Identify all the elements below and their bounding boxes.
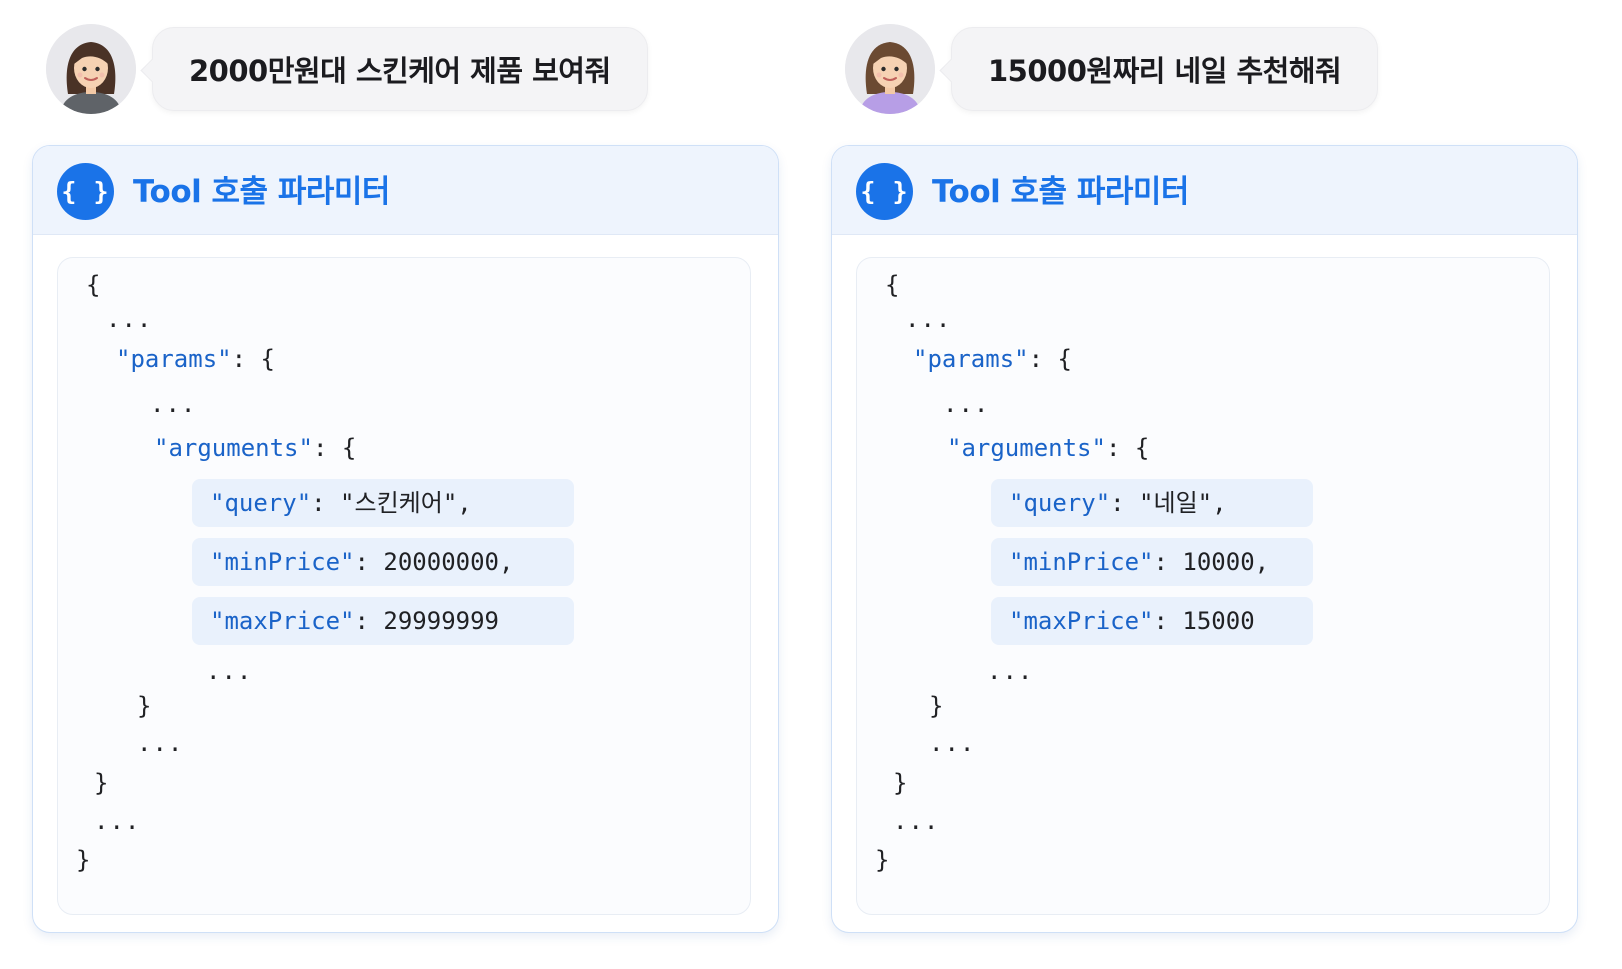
code-ellipsis: ...: [106, 305, 153, 333]
user-avatar: [845, 24, 935, 114]
argument-value: : 15000: [1153, 607, 1255, 635]
card-header: { } Tool 호출 파라미터: [33, 146, 778, 235]
argument-line: "minPrice": 10000,: [1009, 547, 1269, 577]
arguments-key: "arguments": [947, 434, 1106, 462]
code-ellipsis: ...: [929, 729, 976, 757]
code-ellipsis: ...: [943, 390, 990, 418]
params-open: : {: [231, 345, 275, 373]
code-close-brace: }: [137, 692, 152, 720]
code-arguments-line: "arguments": {: [947, 433, 1149, 463]
argument-line: "query": "네일",: [1009, 488, 1227, 518]
code-close-brace: }: [875, 846, 890, 874]
user-prompt-bubble: 15000원짜리 네일 추천해줘: [951, 27, 1379, 111]
highlighted-argument-row: "query": "스킨케어",: [192, 479, 574, 527]
code-params-line: "params": {: [913, 344, 1072, 374]
tool-call-card: { } Tool 호출 파라미터 { ... "params": { ... "…: [32, 145, 779, 933]
highlighted-argument-row: "query": "네일",: [991, 479, 1313, 527]
params-key: "params": [913, 345, 1029, 373]
code-close-brace: }: [94, 769, 109, 797]
argument-key: "minPrice": [1009, 548, 1154, 576]
example-panel-skincare: 2000만원대 스킨케어 제품 보여줘 { } Tool 호출 파라미터 { .…: [32, 0, 779, 969]
argument-value: : 20000000,: [354, 548, 514, 576]
code-close-brace: }: [893, 769, 908, 797]
code-ellipsis: ...: [893, 807, 940, 835]
card-title: Tool 호출 파라미터: [932, 174, 1189, 210]
code-open-brace: {: [885, 271, 900, 299]
code-ellipsis: ...: [150, 390, 197, 418]
argument-key: "maxPrice": [1009, 607, 1154, 635]
argument-key: "maxPrice": [210, 607, 355, 635]
highlighted-argument-row: "minPrice": 10000,: [991, 538, 1313, 586]
card-header: { } Tool 호출 파라미터: [832, 146, 1577, 235]
arguments-open: : {: [1105, 434, 1150, 462]
highlighted-argument-row: "minPrice": 20000000,: [192, 538, 574, 586]
argument-value: : "스킨케어",: [311, 489, 472, 517]
highlighted-argument-row: "maxPrice": 29999999: [192, 597, 574, 645]
argument-key: "query": [1009, 489, 1111, 517]
json-code-block: { ... "params": { ... "arguments": { "qu…: [856, 257, 1550, 915]
code-ellipsis: ...: [206, 657, 253, 685]
arguments-open: : {: [312, 434, 357, 462]
argument-value: : "네일",: [1110, 489, 1227, 517]
code-close-brace: }: [929, 692, 944, 720]
woman-avatar-icon: [845, 24, 935, 114]
params-key: "params": [116, 345, 232, 373]
argument-value: : 29999999: [354, 607, 500, 635]
argument-line: "maxPrice": 29999999: [210, 606, 499, 636]
argument-key: "minPrice": [210, 548, 355, 576]
argument-line: "maxPrice": 15000: [1009, 606, 1255, 636]
woman-avatar-icon: [46, 24, 136, 114]
arguments-key: "arguments": [154, 434, 313, 462]
argument-value: : 10000,: [1153, 548, 1270, 576]
json-braces-icon: { }: [57, 163, 114, 220]
card-title: Tool 호출 파라미터: [133, 174, 390, 210]
code-ellipsis: ...: [987, 657, 1034, 685]
tool-call-card: { } Tool 호출 파라미터 { ... "params": { ... "…: [831, 145, 1578, 933]
argument-line: "minPrice": 20000000,: [210, 547, 513, 577]
code-close-brace: }: [76, 846, 91, 874]
code-arguments-line: "arguments": {: [154, 433, 356, 463]
example-panel-nail: 15000원짜리 네일 추천해줘 { } Tool 호출 파라미터 { ... …: [831, 0, 1578, 969]
code-open-brace: {: [86, 271, 101, 299]
user-avatar: [46, 24, 136, 114]
user-prompt-bubble: 2000만원대 스킨케어 제품 보여줘: [152, 27, 648, 111]
code-ellipsis: ...: [905, 305, 952, 333]
json-code-block: { ... "params": { ... "arguments": { "qu…: [57, 257, 751, 915]
argument-line: "query": "스킨케어",: [210, 488, 472, 518]
json-braces-icon: { }: [856, 163, 913, 220]
highlighted-argument-row: "maxPrice": 15000: [991, 597, 1313, 645]
code-ellipsis: ...: [94, 807, 141, 835]
params-open: : {: [1028, 345, 1072, 373]
code-params-line: "params": {: [116, 344, 275, 374]
argument-key: "query": [210, 489, 312, 517]
code-ellipsis: ...: [137, 729, 184, 757]
